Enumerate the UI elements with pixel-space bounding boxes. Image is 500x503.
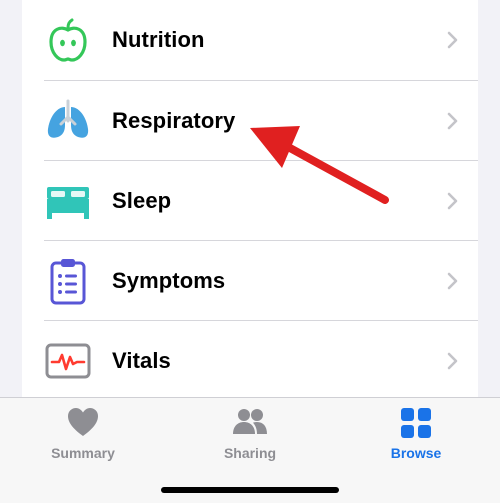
people-icon <box>233 406 267 440</box>
tab-sharing[interactable]: Sharing <box>190 406 310 466</box>
chevron-right-icon <box>446 271 460 291</box>
grid-icon <box>399 406 433 440</box>
category-label: Symptoms <box>112 268 226 293</box>
bed-icon <box>44 177 92 225</box>
chevron-right-icon <box>446 191 460 211</box>
chevron-right-icon <box>446 351 460 371</box>
category-row-nutrition[interactable]: Nutrition <box>22 0 478 80</box>
chevron-right-icon <box>446 111 460 131</box>
tab-label: Sharing <box>223 445 277 461</box>
home-indicator <box>161 487 339 493</box>
category-row-vitals[interactable]: Vitals <box>22 321 478 401</box>
category-row-symptoms[interactable]: Symptoms <box>22 241 478 321</box>
category-row-respiratory[interactable]: Respiratory <box>22 81 478 161</box>
tab-summary[interactable]: Summary <box>23 406 143 466</box>
apple-icon <box>44 16 92 64</box>
category-label: Respiratory <box>112 108 236 133</box>
heart-icon <box>66 406 100 440</box>
heart-rate-monitor-icon <box>44 337 92 385</box>
category-label: Nutrition <box>112 27 205 52</box>
lungs-icon <box>44 97 92 145</box>
tab-browse[interactable]: Browse <box>356 406 476 466</box>
category-row-sleep[interactable]: Sleep <box>22 161 478 241</box>
category-label: Sleep <box>112 188 172 213</box>
browse-category-list: Nutrition Respiratory Sleep Symptoms Vit… <box>22 0 478 397</box>
tab-label: Browse <box>390 445 442 461</box>
category-label: Vitals <box>112 348 171 373</box>
tab-label: Summary <box>51 445 115 461</box>
chevron-right-icon <box>446 30 460 50</box>
clipboard-icon <box>44 257 92 305</box>
